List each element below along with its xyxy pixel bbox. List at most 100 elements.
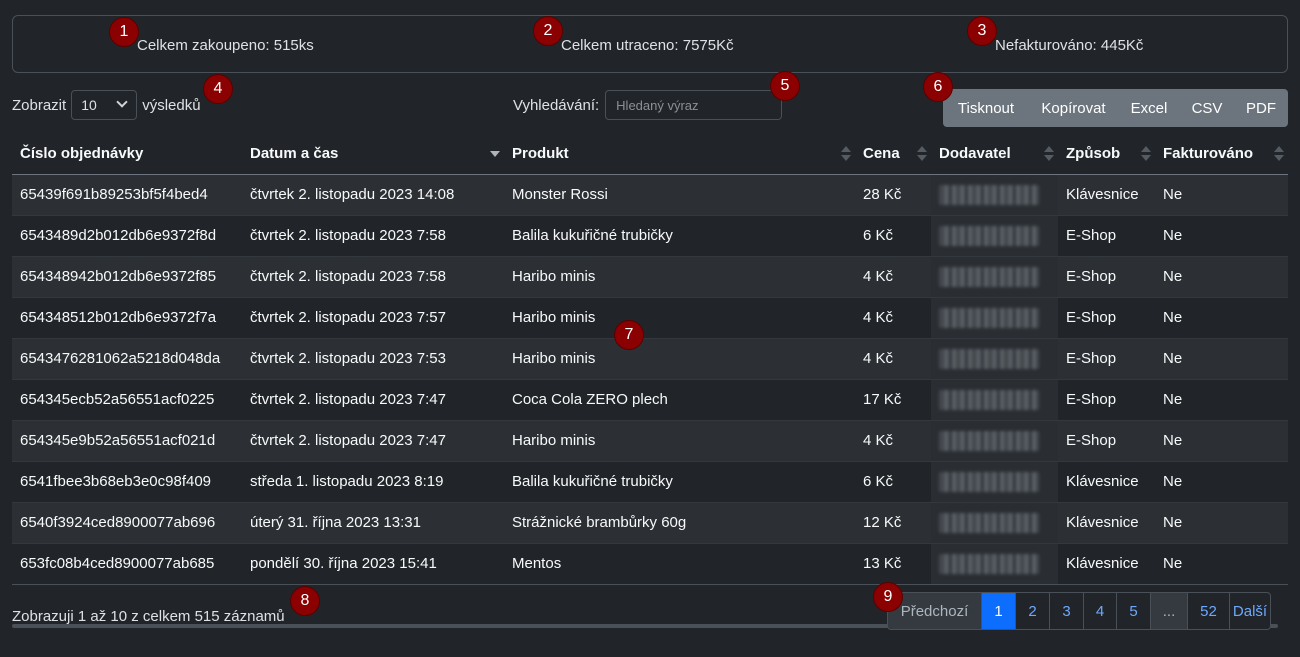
cell-method: E-Shop <box>1058 337 1155 379</box>
cell-datetime: čtvrtek 2. listopadu 2023 7:58 <box>242 255 504 297</box>
sort-icon <box>917 146 927 162</box>
pagination-page-2[interactable]: 2 <box>1015 593 1049 629</box>
cell-order-number: 6543489d2b012db6e9372f8d <box>12 214 242 256</box>
cell-datetime: čtvrtek 2. listopadu 2023 7:57 <box>242 296 504 338</box>
redacted-supplier <box>939 307 1039 328</box>
cell-product: Coca Cola ZERO plech <box>504 378 855 420</box>
pagination: Předchozí 1 2 3 4 5 ... 52 Další <box>887 592 1271 630</box>
cell-supplier <box>931 501 1058 543</box>
sort-icon <box>841 146 851 162</box>
cell-invoiced: Ne <box>1155 460 1288 502</box>
header-product[interactable]: Produkt <box>504 133 855 175</box>
cell-datetime: čtvrtek 2. listopadu 2023 7:58 <box>242 214 504 256</box>
page-length-select[interactable]: 10 <box>71 90 138 120</box>
pagination-page-1[interactable]: 1 <box>981 593 1015 629</box>
redacted-supplier <box>939 430 1039 451</box>
not-invoiced-text: Nefakturováno: 445Kč <box>995 37 1144 54</box>
header-order-number[interactable]: Číslo objednávky <box>12 133 242 175</box>
header-label: Způsob <box>1066 144 1121 162</box>
redacted-supplier <box>939 225 1039 246</box>
table-row[interactable]: 654348512b012db6e9372f7a čtvrtek 2. listo… <box>12 296 1288 338</box>
cell-datetime: pondělí 30. října 2023 15:41 <box>242 542 504 585</box>
pagination-ellipsis: ... <box>1150 593 1187 629</box>
cell-order-number: 653fc08b4ced8900077ab685 <box>12 542 242 585</box>
cell-order-number: 6540f3924ced8900077ab696 <box>12 501 242 543</box>
cell-supplier <box>931 542 1058 585</box>
redacted-supplier <box>939 512 1039 533</box>
cell-price: 13 Kč <box>855 542 931 585</box>
cell-product: Mentos <box>504 542 855 585</box>
table-header-row: Číslo objednávky Datum a čas Produkt Cen… <box>12 133 1288 175</box>
cell-product: Haribo minis <box>504 337 855 379</box>
table-row[interactable]: 65439f691b89253bf5f4bed4 čtvrtek 2. listo… <box>12 173 1288 215</box>
header-datetime[interactable]: Datum a čas <box>242 133 504 175</box>
cell-method: Klávesnice <box>1058 542 1155 585</box>
cell-method: E-Shop <box>1058 296 1155 338</box>
header-price[interactable]: Cena <box>855 133 931 175</box>
header-supplier[interactable]: Dodavatel <box>931 133 1058 175</box>
table-row[interactable]: 6541fbee3b68eb3e0c98f409 středa 1. listop… <box>12 460 1288 502</box>
cell-product: Haribo minis <box>504 419 855 461</box>
cell-price: 4 Kč <box>855 255 931 297</box>
cell-supplier <box>931 173 1058 215</box>
annotation-marker: 8 <box>290 586 320 616</box>
length-suffix-label: výsledků <box>142 96 201 114</box>
search-label: Vyhledávání: <box>513 96 600 114</box>
table-row[interactable]: 653fc08b4ced8900077ab685 pondělí 30. říjn… <box>12 542 1288 585</box>
cell-datetime: čtvrtek 2. listopadu 2023 7:53 <box>242 337 504 379</box>
annotation-marker: 2 <box>533 16 563 46</box>
cell-method: E-Shop <box>1058 214 1155 256</box>
annotation-marker: 1 <box>109 17 139 47</box>
copy-button[interactable]: Kopírovat <box>1029 89 1118 127</box>
cell-supplier <box>931 337 1058 379</box>
annotation-marker: 7 <box>614 320 644 350</box>
cell-supplier <box>931 214 1058 256</box>
cell-invoiced: Ne <box>1155 419 1288 461</box>
cell-method: Klávesnice <box>1058 501 1155 543</box>
cell-price: 6 Kč <box>855 214 931 256</box>
chevron-down-icon <box>116 96 128 108</box>
redacted-supplier <box>939 471 1039 492</box>
annotation-marker: 5 <box>770 71 800 101</box>
pagination-page-52[interactable]: 52 <box>1187 593 1229 629</box>
cell-invoiced: Ne <box>1155 378 1288 420</box>
orders-table: Číslo objednávky Datum a čas Produkt Cen… <box>12 133 1288 585</box>
table-row[interactable]: 6543476281062a5218d048da čtvrtek 2. listo… <box>12 337 1288 379</box>
cell-method: Klávesnice <box>1058 173 1155 215</box>
page-length-control: Zobrazit 10 výsledků <box>12 90 201 120</box>
table-row[interactable]: 654348942b012db6e9372f85 čtvrtek 2. listo… <box>12 255 1288 297</box>
cell-method: Klávesnice <box>1058 460 1155 502</box>
pagination-page-4[interactable]: 4 <box>1083 593 1116 629</box>
search-control: Vyhledávání: <box>513 90 783 120</box>
annotation-marker: 4 <box>203 74 233 104</box>
cell-order-number: 654348512b012db6e9372f7a <box>12 296 242 338</box>
header-label: Číslo objednávky <box>20 144 144 162</box>
pagination-next-button[interactable]: Další <box>1229 593 1270 629</box>
pagination-page-5[interactable]: 5 <box>1116 593 1150 629</box>
header-method[interactable]: Způsob <box>1058 133 1155 175</box>
sort-icon <box>1274 146 1284 162</box>
csv-button[interactable]: CSV <box>1180 89 1234 127</box>
cell-supplier <box>931 419 1058 461</box>
cell-invoiced: Ne <box>1155 296 1288 338</box>
search-input[interactable] <box>605 90 783 120</box>
excel-button[interactable]: Excel <box>1118 89 1180 127</box>
sort-icon <box>1044 146 1054 162</box>
header-label: Produkt <box>512 144 569 162</box>
pdf-button[interactable]: PDF <box>1234 89 1288 127</box>
pagination-page-3[interactable]: 3 <box>1049 593 1083 629</box>
cell-product: Haribo minis <box>504 296 855 338</box>
table-row[interactable]: 654345e9b52a56551acf021d čtvrtek 2. listo… <box>12 419 1288 461</box>
redacted-supplier <box>939 184 1039 205</box>
cell-invoiced: Ne <box>1155 173 1288 215</box>
header-invoiced[interactable]: Fakturováno <box>1155 133 1288 175</box>
cell-product: Haribo minis <box>504 255 855 297</box>
cell-product: Monster Rossi <box>504 173 855 215</box>
summary-panel: Celkem zakoupeno: 515ks Celkem utraceno:… <box>12 15 1288 73</box>
table-row[interactable]: 6543489d2b012db6e9372f8d čtvrtek 2. listo… <box>12 214 1288 256</box>
table-info-text: Zobrazuji 1 až 10 z celkem 515 záznamů <box>12 608 285 625</box>
table-row[interactable]: 6540f3924ced8900077ab696 úterý 31. října … <box>12 501 1288 543</box>
table-row[interactable]: 654345ecb52a56551acf0225 čtvrtek 2. listo… <box>12 378 1288 420</box>
print-button[interactable]: Tisknout <box>943 89 1029 127</box>
cell-order-number: 65439f691b89253bf5f4bed4 <box>12 173 242 215</box>
